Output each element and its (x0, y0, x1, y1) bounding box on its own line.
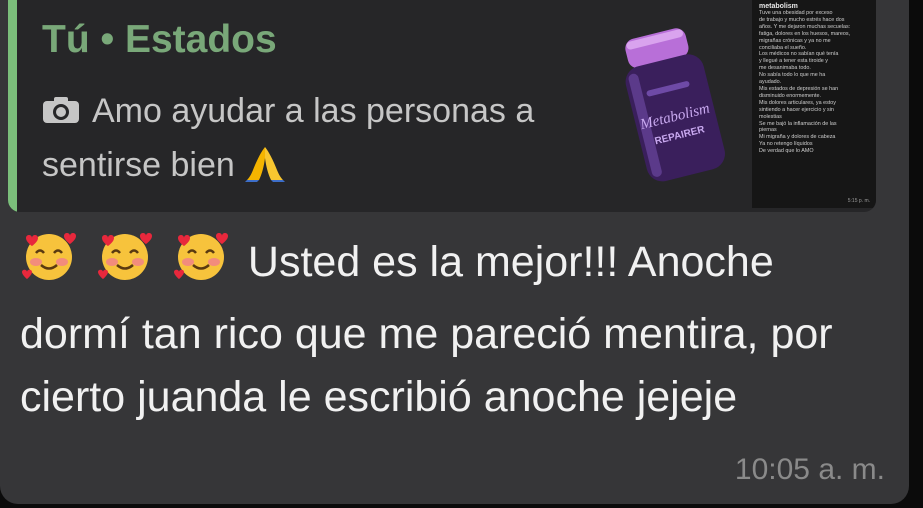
thumbnail-line: Mi migraña y dolores de cabeza (759, 134, 836, 141)
message-timestamp: 10:05 a. m. (734, 453, 885, 486)
smiling-face-with-hearts-emoji (96, 228, 154, 284)
thumbnail-line: Se me bajó la inflamación de las (759, 120, 837, 127)
smiling-face-with-hearts-emoji (172, 228, 230, 284)
thumbnail-line: migrañas crónicas y ya no me (759, 37, 831, 44)
folded-hands-emoji (244, 144, 285, 198)
thumbnail-line: molestias (759, 113, 782, 120)
thumbnail-line: de trabajo y mucho estrés hace dos (759, 16, 845, 23)
smiling-face-with-hearts-emoji (20, 228, 78, 284)
message-bubble[interactable]: Tú • Estados Amo ayudar a las personas a… (0, 0, 909, 504)
quoted-status-caption: Amo ayudar a las personas a sentirse bie… (42, 92, 535, 184)
quoted-status-title: Tú • Estados (42, 18, 277, 61)
quote-accent-bar (8, 0, 17, 212)
thumbnail-line: piernas (759, 127, 777, 134)
status-thumbnail[interactable]: metabolism Tuve una obesidad por exceso … (752, 0, 876, 208)
thumbnail-time: 5:15 p. m. (847, 198, 870, 204)
thumbnail-line: Tuve una obesidad por exceso (759, 10, 833, 16)
thumbnail-line: Mis dolores articulares, ya estoy (759, 99, 836, 106)
thumbnail-line: De verdad que lo AMO (759, 148, 814, 155)
thumbnail-line: y llegué a tener esta tiroide y (759, 58, 828, 65)
thumbnail-line: me desanimaba todo. (759, 65, 811, 72)
thumbnail-title: metabolism (759, 3, 798, 10)
emoji-group (20, 228, 236, 303)
message-text-block: Usted es la mejor!!! Anoche dormí tan ri… (20, 228, 890, 430)
thumbnail-line: disminuido enormemente. (759, 92, 822, 99)
thumbnail-line: Los médicos no sabían qué tenía (759, 51, 839, 58)
product-bottle-image: Metabolism REPAIRER (614, 24, 740, 184)
thumbnail-line: Ya no retengo líquidos (759, 141, 813, 148)
camera-icon (42, 86, 80, 123)
quoted-status-caption-row: Amo ayudar a las personas a sentirse bie… (42, 84, 642, 198)
thumbnail-line: conciliaba el sueño. (759, 44, 807, 51)
thumbnail-line: años. Y me dejaron muchas secuelas: (759, 23, 851, 30)
thumbnail-line: ayudado. (759, 79, 782, 86)
thumbnail-line: sintiendo a hacer ejercicio y sin (759, 106, 834, 113)
quoted-status-reply[interactable]: Tú • Estados Amo ayudar a las personas a… (8, 0, 876, 212)
thumbnail-line: Mis estados de depresión se han (759, 85, 839, 92)
thumbnail-line: No sabía todo lo que me ha (759, 72, 826, 79)
thumbnail-line: fatiga, dolores en los huesos, mareos, (759, 30, 851, 37)
